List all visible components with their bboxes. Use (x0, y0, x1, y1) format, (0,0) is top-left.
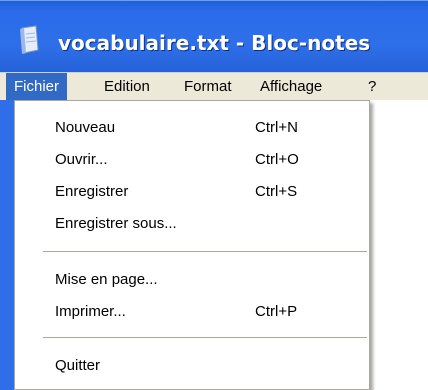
menu-help[interactable]: ? (360, 73, 384, 101)
menu-item-enregistrer[interactable]: Enregistrer Ctrl+S (15, 179, 369, 205)
notepad-icon (20, 25, 39, 54)
menu-item-mise-en-page[interactable]: Mise en page... (15, 267, 369, 293)
menu-item-ouvrir[interactable]: Ouvrir... Ctrl+O (15, 147, 369, 173)
menu-item-label: Enregistrer (55, 183, 129, 200)
menu-item-shortcut: Ctrl+P (255, 303, 298, 320)
window-title: vocabulaire.txt - Bloc-notes (58, 31, 371, 55)
window-left-border (0, 100, 14, 390)
menu-affichage[interactable]: Affichage (252, 73, 330, 101)
menu-format[interactable]: Format (176, 73, 240, 101)
menu-item-label: Nouveau (55, 119, 116, 136)
menu-item-label: Ouvrir... (55, 151, 108, 168)
menu-item-shortcut: Ctrl+N (255, 119, 298, 136)
menu-item-quitter[interactable]: Quitter (15, 353, 369, 379)
file-menu-dropdown: Nouveau Ctrl+N Ouvrir... Ctrl+O Enregist… (14, 100, 370, 390)
menu-edition[interactable]: Edition (96, 73, 158, 101)
menu-item-shortcut: Ctrl+S (255, 183, 298, 200)
menu-fichier[interactable]: Fichier (6, 73, 68, 101)
menu-item-shortcut: Ctrl+O (255, 151, 299, 168)
background-area (370, 100, 428, 390)
menu-separator (43, 337, 367, 338)
menu-item-enregistrer-sous[interactable]: Enregistrer sous... (15, 211, 369, 237)
menu-item-imprimer[interactable]: Imprimer... Ctrl+P (15, 299, 369, 325)
menu-separator (43, 251, 367, 252)
menu-item-label: Mise en page... (55, 271, 158, 288)
menu-bar: Fichier Edition Format Affichage ? (0, 72, 428, 101)
menu-item-nouveau[interactable]: Nouveau Ctrl+N (15, 115, 369, 141)
menu-item-label: Enregistrer sous... (55, 215, 177, 232)
menu-item-label: Quitter (55, 357, 101, 374)
menu-item-label: Imprimer... (55, 303, 126, 320)
